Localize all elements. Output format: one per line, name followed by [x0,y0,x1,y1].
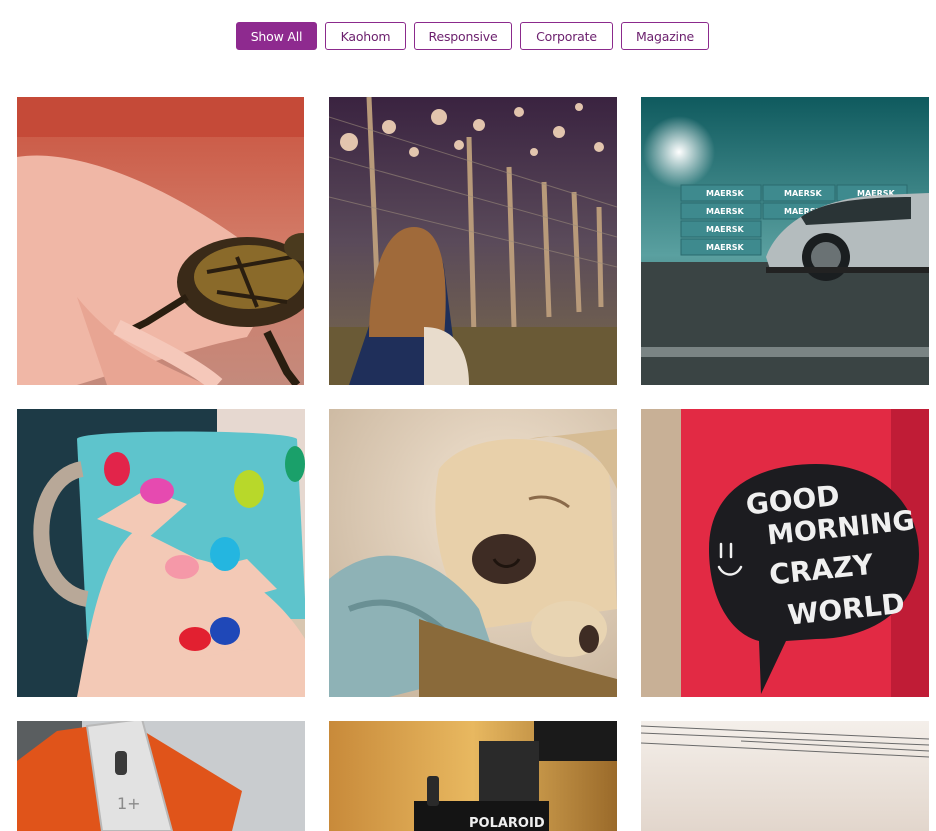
gallery-item-sleeping-puppy[interactable] [329,409,617,697]
gallery-item-phone-notebook[interactable]: 1+ [17,721,305,831]
painted-nails-image [17,409,305,697]
gallery-item-painted-nails[interactable] [17,409,305,697]
container-label: MAERSK [706,189,745,198]
gallery-item-red-mug[interactable]: GOOD MORNING CRAZY WORLD [641,409,929,697]
filter-show-all-button[interactable]: Show All [236,22,317,50]
polaroid-logo-text: POLAROID [469,816,545,831]
polaroid-image: POLAROID [329,721,617,831]
gallery-item-polaroid[interactable]: POLAROID [329,721,617,831]
filter-kaohom-button[interactable]: Kaohom [325,22,406,50]
car-containers-image: MAERSK MAERSK MAERSK MAERSK MAERSK MAERS… [641,97,929,385]
filter-responsive-button[interactable]: Responsive [414,22,512,50]
red-mug-image: GOOD MORNING CRAZY WORLD [641,409,929,697]
gallery-item-power-lines[interactable] [641,721,929,831]
gallery-item-turtle[interactable] [17,97,304,385]
power-lines-image [641,721,929,831]
phone-notebook-image: 1+ [17,721,305,831]
container-label: MAERSK [706,225,745,234]
filter-corporate-button[interactable]: Corporate [520,22,613,50]
phone-brand-logo: 1+ [117,794,141,813]
turtle-image [17,97,304,385]
filter-magazine-button[interactable]: Magazine [621,22,709,50]
container-label: MAERSK [784,189,823,198]
gallery-item-car-containers[interactable]: MAERSK MAERSK MAERSK MAERSK MAERSK MAERS… [641,97,929,385]
girl-fence-image [329,97,617,385]
container-label: MAERSK [706,243,745,252]
container-label: MAERSK [706,207,745,216]
filter-bar: Show All Kaohom Responsive Corporate Mag… [236,22,709,50]
gallery-item-girl-fence[interactable] [329,97,617,385]
sleeping-puppy-image [329,409,617,697]
